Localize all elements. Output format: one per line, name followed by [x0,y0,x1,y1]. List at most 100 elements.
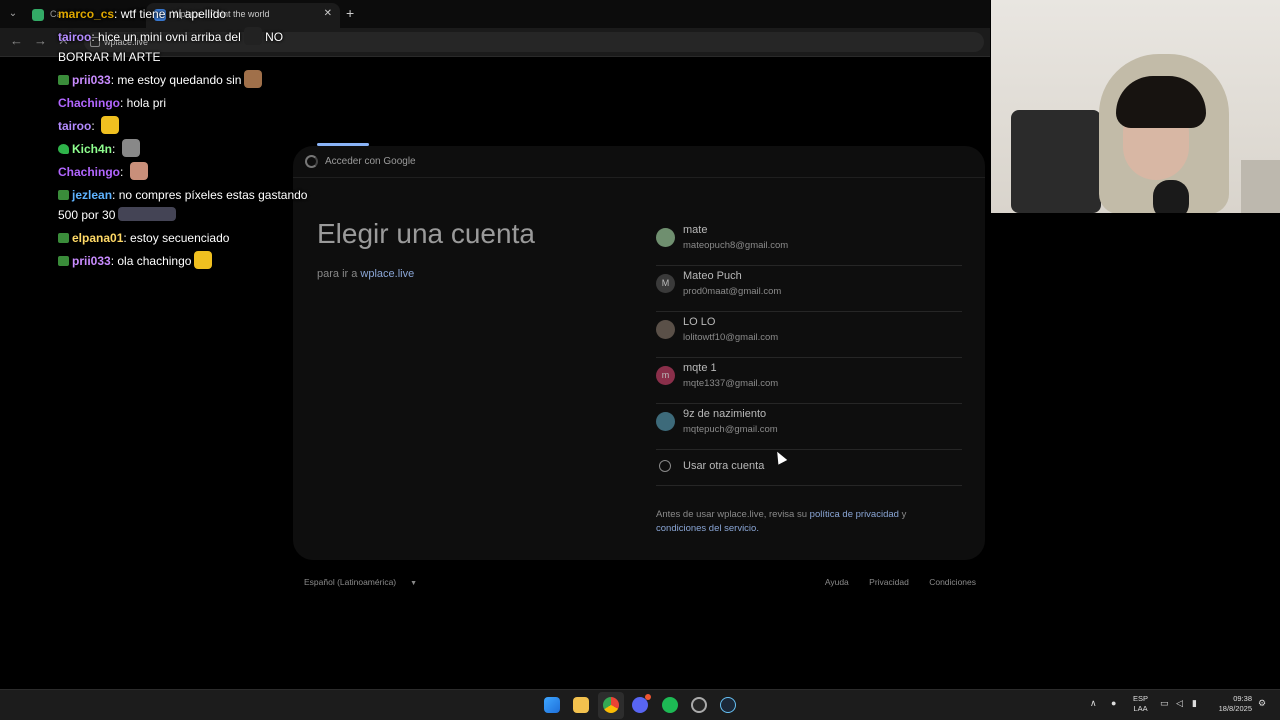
chat-message: Kich4n: [58,139,318,159]
account-row[interactable]: m mqte 1 mqte1337@gmail.com [656,358,962,404]
account-email: mqtepuch@gmail.com [683,424,778,435]
steam-icon[interactable] [720,697,736,713]
chat-emote-icon [194,251,213,269]
subscriber-badge-icon [58,256,69,266]
use-another-account-label: Usar otra cuenta [683,460,765,472]
tab-favicon-icon [32,9,44,21]
tab-search-icon[interactable]: ⌄ [4,5,22,23]
chat-message: prii033: ola chachingo [58,251,318,271]
chat-username[interactable]: marco_cs [58,7,114,21]
chat-message: tairoo: [58,116,318,136]
new-tab-plus-icon[interactable]: + [346,5,354,21]
account-name: mqte 1 [683,362,717,374]
chat-emote-icon [118,207,177,221]
tab-close-icon[interactable]: ✕ [324,8,332,19]
microphone-icon [1153,180,1189,213]
dropdown-caret-icon: ▼ [410,580,418,587]
clover-badge-icon [58,144,69,154]
account-email: prod0maat@gmail.com [683,286,782,297]
account-row[interactable]: LO LO lolitowtf10@gmail.com [656,312,962,358]
subscriber-badge-icon [58,190,69,200]
chat-message: Chachingo: hola pri [58,96,167,110]
account-row[interactable]: 9z de nazimiento mqtepuch@gmail.com [656,404,962,450]
terms-footer-link[interactable]: Condiciones [929,577,976,587]
chat-username[interactable]: Chachingo [58,96,120,110]
chat-text: estoy secuenciado [130,231,230,245]
use-another-account-button[interactable]: Usar otra cuenta [656,450,962,486]
account-avatar [656,412,675,431]
cam-shelf [1241,160,1280,213]
account-email: mqte1337@gmail.com [683,378,779,389]
tray-chevron-icon[interactable]: ∧ [1090,698,1097,709]
policy-notice: Antes de usar wplace.live, revisa su pol… [656,508,956,536]
chat-overlay: marco_cs: wtf tiene mi apellido tairoo: h… [58,4,318,274]
volume-icon[interactable]: ◁ [1176,698,1183,709]
chat-username[interactable]: Chachingo [58,165,120,179]
chat-emote-icon [129,162,148,180]
chat-emote-icon [243,27,262,45]
battery-icon[interactable]: ▮ [1192,698,1197,709]
chat-emote-icon [244,70,263,88]
discord-notification-badge [645,694,651,700]
account-name: Mateo Puch [683,270,742,282]
chat-message: jezlean: no compres píxeles estas gastan… [58,188,308,222]
chat-message: prii033: me estoy quedando sin [58,70,318,90]
notification-icon[interactable]: ⚙ [1258,698,1266,709]
clock[interactable]: 09:38 18/8/2025 [1208,694,1252,714]
account-email: mateopuch8@gmail.com [683,240,789,251]
network-icon[interactable]: ▭ [1160,698,1169,709]
spotify-icon[interactable] [662,697,678,713]
chat-message: Chachingo: [58,162,318,182]
windows-start-icon[interactable] [544,697,560,713]
chat-message: marco_cs: wtf tiene mi apellido [58,7,227,21]
policy-text-end: . [756,523,759,534]
account-avatar [656,228,675,247]
account-row[interactable]: mate mateopuch8@gmail.com [656,220,962,266]
chat-emote-icon [121,139,140,157]
dialog-header-title: Acceder con Google [325,156,416,167]
subtitle-prefix: para ir a [317,268,358,280]
chat-username[interactable]: elpana01 [72,231,123,245]
chat-message: elpana01: estoy secuenciado [58,228,318,248]
chat-message: tairoo: hice un mini ovni arriba del NO … [58,27,318,67]
account-name: mate [683,224,708,236]
chat-emote-icon [101,116,120,134]
back-arrow-icon[interactable]: ← [10,33,23,48]
subscriber-badge-icon [58,75,69,85]
account-name: 9z de nazimiento [683,408,767,420]
terms-link[interactable]: condiciones del servicio [656,523,756,534]
file-explorer-icon[interactable] [573,697,589,713]
chat-text: ola chachingo [117,254,192,268]
account-email: lolitowtf10@gmail.com [683,332,779,343]
chat-username[interactable]: tairoo [58,119,91,133]
lang-line1: ESP [1133,694,1149,703]
chat-username[interactable]: prii033 [72,73,111,87]
privacy-link[interactable]: Privacidad [869,577,909,587]
chat-username[interactable]: tairoo [58,30,91,44]
privacy-policy-link[interactable]: política de privacidad [810,509,899,520]
chrome-icon[interactable] [603,697,619,713]
account-avatar [656,320,675,339]
chat-text: hola pri [126,96,167,110]
lang-line2: LAA [1133,704,1148,713]
account-row[interactable]: M Mateo Puch prod0maat@gmail.com [656,266,962,312]
account-circle-icon [659,460,671,472]
chat-text: wtf tiene mi apellido [120,7,227,21]
obs-icon[interactable] [691,697,707,713]
account-name: LO LO [683,316,716,328]
account-list: mate mateopuch8@gmail.com M Mateo Puch prod0… [656,220,962,486]
microphone-tray-icon[interactable]: ● [1111,698,1116,708]
help-link[interactable]: Ayuda [825,577,849,587]
language-selector[interactable]: Español (Latinoamérica) ▼ [304,577,417,587]
language-label: Español (Latinoamérica) [304,577,397,587]
forward-arrow-icon[interactable]: → [34,33,47,48]
google-signin-dialog: Acceder con Google Elegir una cuenta par… [293,146,985,560]
chat-text: hice un mini ovni arriba del [98,30,241,44]
chat-username[interactable]: Kich4n [72,142,112,156]
chat-username[interactable]: jezlean [72,188,112,202]
footer-links: Ayuda Privacidad Condiciones [807,577,976,587]
input-language[interactable]: ESP LAA [1133,694,1148,714]
dialog-header: Acceder con Google [293,146,985,178]
subtitle-link[interactable]: wplace.live [360,268,414,280]
chat-username[interactable]: prii033 [72,254,111,268]
